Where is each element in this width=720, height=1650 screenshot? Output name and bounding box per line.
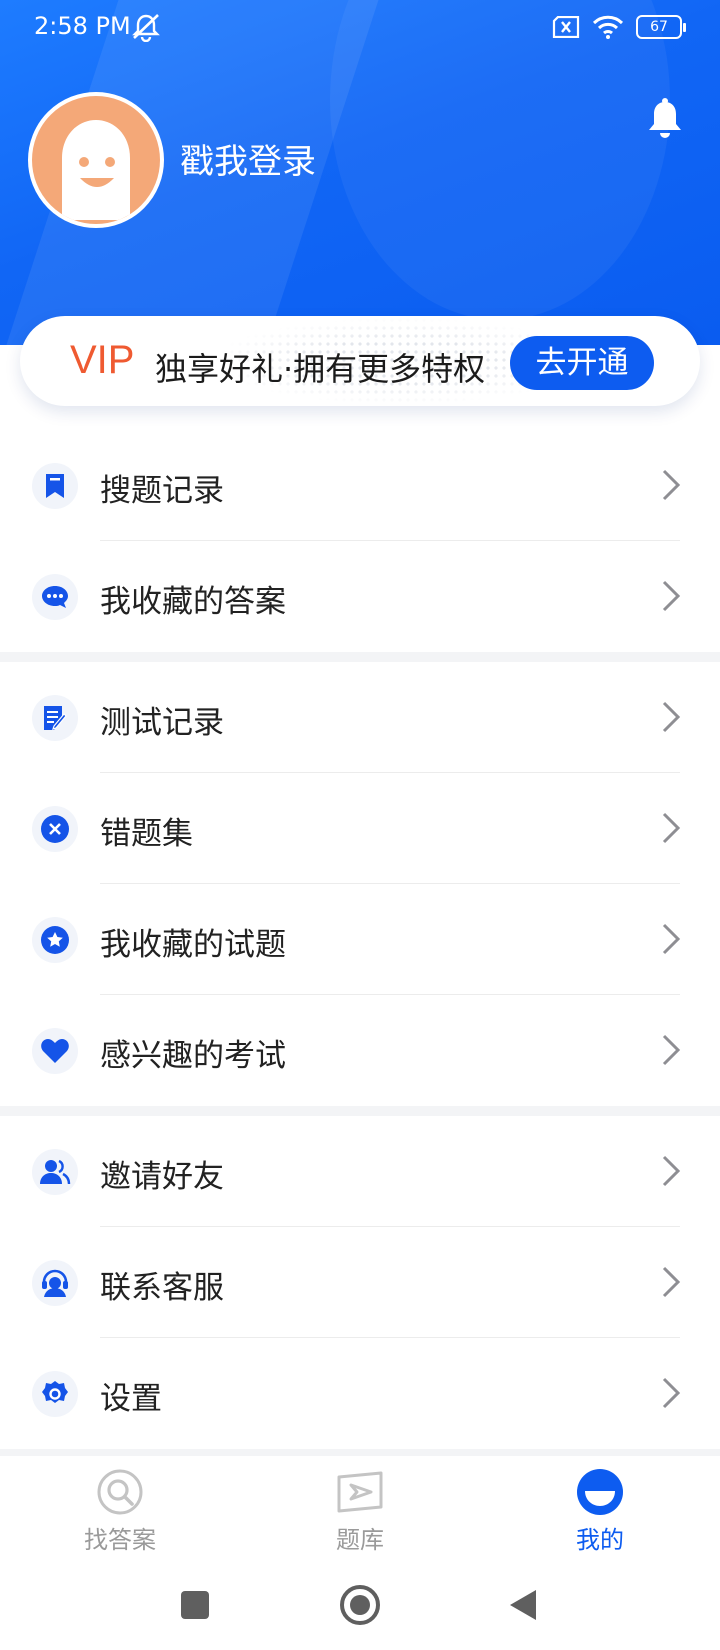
chevron-right-icon <box>662 923 681 955</box>
menu-item-test-history[interactable]: 测试记录 <box>0 662 720 773</box>
home-button-icon[interactable] <box>339 1584 381 1626</box>
vip-description: 独享好礼·拥有更多特权 <box>155 350 486 388</box>
profile-header: 2:58 PM 67 戳我登录 <box>0 0 720 345</box>
profile-screen: 2:58 PM 67 戳我登录 VIP 独享好礼·拥有更多特权 去开通 搜题记录… <box>0 0 720 1650</box>
chevron-right-icon <box>662 469 681 501</box>
status-time: 2:58 PM <box>34 12 131 40</box>
close-circle-icon <box>41 815 69 843</box>
chevron-right-icon <box>662 1266 681 1298</box>
tab-label: 我的 <box>576 1526 624 1554</box>
wifi-icon <box>592 15 624 39</box>
menu-item-favorite-answers[interactable]: 我收藏的答案 <box>0 541 720 652</box>
menu-item-label: 错题集 <box>100 816 193 852</box>
menu-item-label: 我收藏的答案 <box>100 584 286 620</box>
search-icon <box>97 1469 143 1515</box>
menu-item-invite-friends[interactable]: 邀请好友 <box>0 1116 720 1227</box>
status-bar: 2:58 PM 67 <box>0 0 720 56</box>
vip-banner[interactable]: VIP 独享好礼·拥有更多特权 去开通 <box>20 316 700 406</box>
menu-group-tests: 测试记录 错题集 我收藏的试题 感兴趣的考试 <box>0 662 720 1106</box>
chat-bubble-icon <box>42 586 68 608</box>
bookmark-icon <box>46 474 64 498</box>
menu-item-label: 搜题记录 <box>100 473 224 509</box>
login-link[interactable]: 戳我登录 <box>180 134 316 183</box>
menu-item-label: 我收藏的试题 <box>100 927 286 963</box>
vip-badge: VIP <box>70 338 135 382</box>
tab-profile[interactable]: 我的 <box>520 1468 680 1560</box>
chevron-right-icon <box>662 812 681 844</box>
chevron-right-icon <box>662 580 681 612</box>
activate-vip-button[interactable]: 去开通 <box>510 336 654 390</box>
avatar[interactable] <box>28 92 164 228</box>
menu-item-wrong-questions[interactable]: 错题集 <box>0 773 720 884</box>
tab-find-answers[interactable]: 找答案 <box>40 1468 200 1560</box>
heart-icon <box>41 1039 69 1063</box>
menu-item-settings[interactable]: 设置 <box>0 1338 720 1449</box>
menu-item-label: 测试记录 <box>100 705 224 741</box>
tab-label: 找答案 <box>84 1526 156 1554</box>
gear-icon <box>42 1381 68 1403</box>
profile-icon <box>577 1469 623 1515</box>
question-bank-icon <box>337 1471 383 1513</box>
chevron-right-icon <box>662 1155 681 1187</box>
menu-item-label: 设置 <box>100 1381 162 1417</box>
menu-item-label: 联系客服 <box>100 1270 224 1306</box>
menu-item-interested-exams[interactable]: 感兴趣的考试 <box>0 995 720 1106</box>
recents-button-icon[interactable] <box>180 1590 210 1620</box>
customer-service-icon <box>42 1269 68 1297</box>
chevron-right-icon <box>662 1377 681 1409</box>
menu-item-label: 邀请好友 <box>100 1159 224 1195</box>
tab-question-bank[interactable]: 题库 <box>280 1468 440 1560</box>
notification-bell-icon[interactable] <box>647 98 683 140</box>
star-circle-icon <box>41 926 69 954</box>
section-divider <box>0 1106 720 1116</box>
menu-group-records: 搜题记录 我收藏的答案 <box>0 430 720 652</box>
ghost-avatar-icon <box>62 120 130 220</box>
chevron-right-icon <box>662 1034 681 1066</box>
section-divider <box>0 1449 720 1456</box>
menu-item-customer-service[interactable]: 联系客服 <box>0 1227 720 1338</box>
tab-label: 题库 <box>336 1526 384 1554</box>
bottom-nav: 找答案 题库 我的 <box>0 1456 720 1566</box>
chevron-right-icon <box>662 701 681 733</box>
menu-item-search-history[interactable]: 搜题记录 <box>0 430 720 541</box>
users-icon <box>40 1159 71 1185</box>
menu-item-label: 感兴趣的考试 <box>100 1038 286 1074</box>
menu-item-favorite-questions[interactable]: 我收藏的试题 <box>0 884 720 995</box>
back-button-icon[interactable] <box>508 1588 538 1622</box>
document-edit-icon <box>44 706 67 730</box>
menu-group-account: 邀请好友 联系客服 设置 <box>0 1116 720 1449</box>
section-divider <box>0 652 720 662</box>
battery-indicator: 67 <box>636 15 686 39</box>
mute-icon <box>132 14 160 42</box>
sim-card-icon <box>552 16 580 38</box>
system-nav-bar <box>0 1566 720 1650</box>
